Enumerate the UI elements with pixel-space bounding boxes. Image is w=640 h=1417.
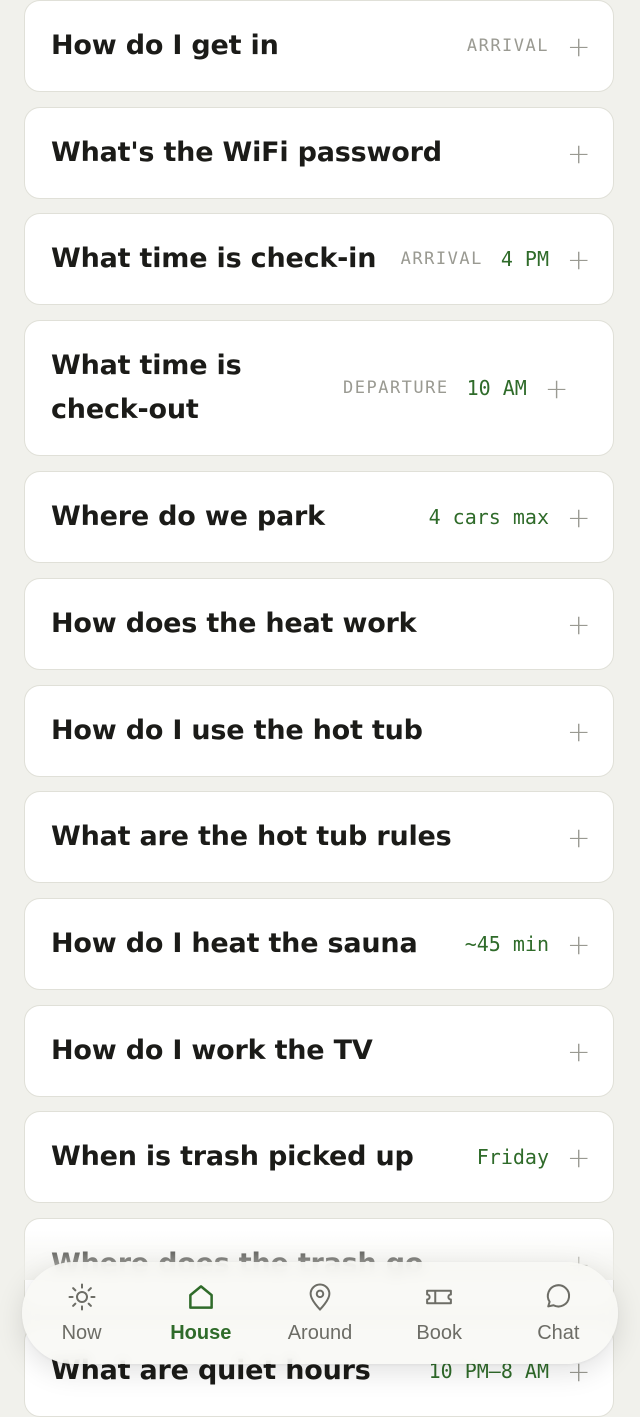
faq-item-hot-tub[interactable]: How do I use the hot tub + <box>24 685 614 777</box>
chat-bubble-icon <box>547 1283 571 1307</box>
faq-meta: 4 cars max <box>429 505 549 529</box>
expand-plus-icon[interactable]: + <box>567 1141 590 1174</box>
faq-item-wifi[interactable]: What's the WiFi password + <box>24 107 614 199</box>
faq-meta: Friday <box>477 1145 549 1169</box>
faq-item-trash-pickup[interactable]: When is trash picked up Friday + <box>24 1111 614 1203</box>
nav-label: Now <box>61 1321 102 1344</box>
faq-tag: ARRIVAL <box>466 36 549 56</box>
faq-item-tv[interactable]: How do I work the TV + <box>24 1005 614 1097</box>
faq-question: What time is check-out <box>51 350 242 425</box>
expand-plus-icon[interactable]: + <box>567 928 590 961</box>
faq-item-parking[interactable]: Where do we park 4 cars max + <box>24 471 614 563</box>
faq-value: 4 PM <box>500 247 549 271</box>
nav-item-book[interactable]: Book <box>384 1282 494 1345</box>
nav-label: Chat <box>537 1321 580 1344</box>
expand-plus-icon[interactable]: + <box>567 137 590 170</box>
nav-item-house[interactable]: House <box>146 1282 256 1345</box>
expand-plus-icon[interactable]: + <box>567 243 590 276</box>
faq-question: How does the heat work <box>51 608 417 639</box>
nav-item-now[interactable]: Now <box>27 1282 137 1345</box>
expand-plus-icon[interactable]: + <box>567 1035 590 1068</box>
expand-plus-icon[interactable]: + <box>567 30 590 63</box>
faq-tag: ARRIVAL <box>400 249 483 269</box>
faq-item-check-out[interactable]: What time is check-out DEPARTURE 10 AM + <box>24 320 614 456</box>
faq-meta: ARRIVAL <box>467 36 549 56</box>
sun-icon <box>68 1283 96 1310</box>
faq-meta: ARRIVAL 4 PM <box>401 247 549 271</box>
faq-question: How do I use the hot tub <box>51 715 423 746</box>
expand-plus-icon[interactable]: + <box>567 501 590 534</box>
ticket-icon <box>426 1289 453 1304</box>
faq-question: What are the hot tub rules <box>51 821 452 852</box>
faq-meta: ~45 min <box>465 932 549 956</box>
nav-label: House <box>170 1321 232 1344</box>
nav-label: Book <box>416 1321 462 1344</box>
map-pin-icon <box>309 1283 331 1311</box>
nav-label: Around <box>287 1321 353 1344</box>
nav-item-around[interactable]: Around <box>265 1282 375 1345</box>
faq-item-heat[interactable]: How does the heat work + <box>24 578 614 670</box>
faq-item-sauna[interactable]: How do I heat the sauna ~45 min + <box>24 898 614 990</box>
bottom-nav: Now House Around Book Chat <box>22 1262 618 1364</box>
faq-tag: DEPARTURE <box>343 378 449 398</box>
faq-meta: DEPARTURE 10 AM <box>343 376 527 400</box>
expand-plus-icon[interactable]: + <box>545 372 568 405</box>
faq-question: What's the WiFi password <box>51 137 442 168</box>
faq-item-hot-tub-rules[interactable]: What are the hot tub rules + <box>24 791 614 883</box>
faq-question: How do I heat the sauna <box>51 928 418 959</box>
faq-question: How do I get in <box>51 30 279 61</box>
faq-value: 10 AM <box>466 376 527 400</box>
faq-question: How do I work the TV <box>51 1035 373 1066</box>
expand-plus-icon[interactable]: + <box>567 715 590 748</box>
faq-value: 4 cars max <box>428 505 549 529</box>
expand-plus-icon[interactable]: + <box>567 821 590 854</box>
expand-plus-icon[interactable]: + <box>567 608 590 641</box>
faq-item-check-in[interactable]: What time is check-in ARRIVAL 4 PM + <box>24 213 614 305</box>
faq-question: Where do we park <box>51 501 325 532</box>
faq-question: What time is check-in <box>51 243 377 274</box>
house-icon <box>188 1284 213 1309</box>
faq-value: Friday <box>476 1145 549 1169</box>
nav-item-chat[interactable]: Chat <box>503 1282 613 1345</box>
faq-value: ~45 min <box>464 932 549 956</box>
faq-item-get-in[interactable]: How do I get in ARRIVAL + <box>24 0 614 92</box>
faq-question: When is trash picked up <box>51 1141 414 1172</box>
